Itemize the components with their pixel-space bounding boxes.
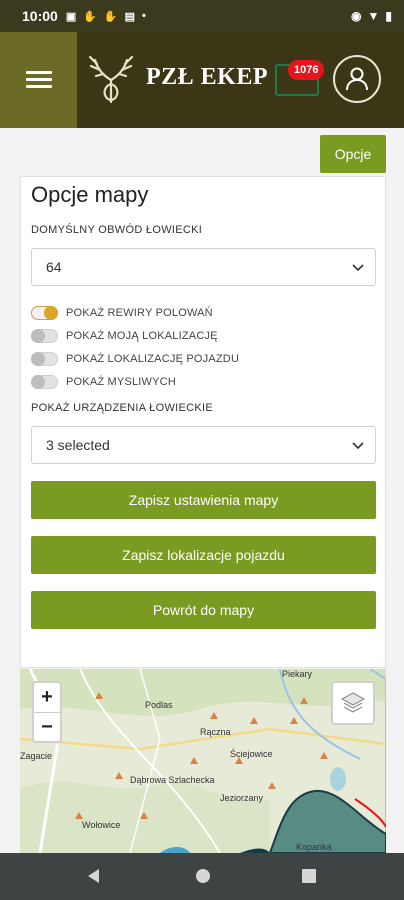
map-place-label: Jeziorzany: [220, 793, 264, 803]
dot-icon: •: [142, 10, 146, 22]
system-navigation-bar: [0, 853, 404, 900]
map-place-label: Wołowice: [82, 820, 121, 830]
toggle-hunters[interactable]: POKAŻ MYSLIWYCH: [31, 373, 176, 391]
toggle-label: POKAŻ REWIRY POLOWAŃ: [66, 307, 213, 319]
layers-icon: [340, 692, 366, 713]
save-map-settings-button[interactable]: Zapisz ustawienia mapy: [31, 481, 376, 519]
hand-icon-2: ✋: [103, 10, 118, 23]
back-nav-icon[interactable]: [84, 865, 106, 887]
clipboard-icon: ▤: [124, 10, 136, 23]
menu-button[interactable]: [0, 32, 77, 128]
panel-title: Opcje mapy: [31, 182, 149, 207]
toggle-label: POKAŻ LOKALIZACJĘ POJAZDU: [66, 353, 240, 365]
map-options-panel: Opcje mapy DOMYŚLNY OBWÓD ŁOWIECKI 64 PO…: [20, 176, 386, 668]
notification-badge: 1076: [288, 60, 325, 80]
chevron-down-icon: [352, 442, 364, 450]
zoom-out-button[interactable]: −: [34, 712, 60, 742]
map-place-label: Ściejowice: [230, 749, 273, 759]
antlers-emblem-icon: [88, 55, 134, 104]
back-to-map-button[interactable]: Powrót do mapy: [31, 591, 376, 629]
app-header: PZŁ EKEP 1076: [0, 32, 404, 128]
status-time: 10:00: [22, 8, 58, 24]
district-select[interactable]: 64: [31, 248, 376, 286]
home-nav-icon[interactable]: [192, 865, 214, 887]
chevron-down-icon: [352, 264, 364, 272]
hotspot-icon: ◉: [351, 9, 362, 23]
user-icon: [346, 67, 368, 91]
toggle-label: POKAŻ MYSLIWYCH: [66, 376, 176, 388]
map-place-label: Piekary: [282, 669, 313, 679]
map-place-label: Zagacie: [20, 751, 53, 761]
zoom-in-button[interactable]: +: [34, 683, 60, 712]
zoom-control: + −: [32, 681, 62, 743]
status-notification-icons: ▣ ✋ ✋ ▤ •: [66, 10, 146, 23]
battery-icon: ▮: [385, 9, 392, 23]
hamburger-icon: [25, 71, 52, 89]
devices-select-value: 3 selected: [46, 437, 110, 453]
toggle-vehicle-location[interactable]: POKAŻ LOKALIZACJĘ POJAZDU: [31, 350, 239, 368]
app-logo-text: PZŁ EKEP: [146, 63, 269, 90]
district-label: DOMYŚLNY OBWÓD ŁOWIECKI: [31, 224, 203, 236]
user-avatar-button[interactable]: [333, 55, 381, 103]
app-logo: PZŁ EKEP: [86, 50, 268, 104]
options-button[interactable]: Opcje: [320, 135, 386, 173]
toggle-my-location[interactable]: POKAŻ MOJĄ LOKALIZACJĘ: [31, 327, 218, 345]
toggle-switch[interactable]: [31, 329, 58, 343]
district-select-value: 64: [46, 259, 62, 275]
toggle-switch[interactable]: [31, 375, 58, 389]
devices-label: POKAŻ URZĄDZENIA ŁOWIECKIE: [31, 402, 213, 414]
toggle-label: POKAŻ MOJĄ LOKALIZACJĘ: [66, 330, 218, 342]
map-place-label: Podlas: [145, 700, 173, 710]
map-place-label: Rączna: [200, 727, 231, 737]
recents-nav-icon[interactable]: [298, 865, 320, 887]
layers-button[interactable]: [331, 681, 375, 725]
hand-icon: ✋: [83, 10, 97, 23]
toggle-hunting-districts[interactable]: POKAŻ REWIRY POLOWAŃ: [31, 304, 213, 322]
map-view[interactable]: Piekary Podlas Rączna Zagacie Ściejowice…: [20, 669, 386, 853]
toggle-switch[interactable]: [31, 306, 58, 320]
status-bar: 10:00 ▣ ✋ ✋ ▤ • ◉ ▼ ▮: [0, 0, 404, 32]
map-place-label: Kopanka: [296, 842, 332, 852]
map-place-label: Dąbrowa Szlachecka: [130, 775, 215, 785]
status-system-icons: ◉ ▼ ▮: [351, 9, 392, 23]
save-vehicle-location-button[interactable]: Zapisz lokalizacje pojazdu: [31, 536, 376, 574]
app-notification-icon: ▣: [65, 10, 77, 23]
wifi-icon: ▼: [367, 9, 380, 23]
toggle-switch[interactable]: [31, 352, 58, 366]
devices-select[interactable]: 3 selected: [31, 426, 376, 464]
